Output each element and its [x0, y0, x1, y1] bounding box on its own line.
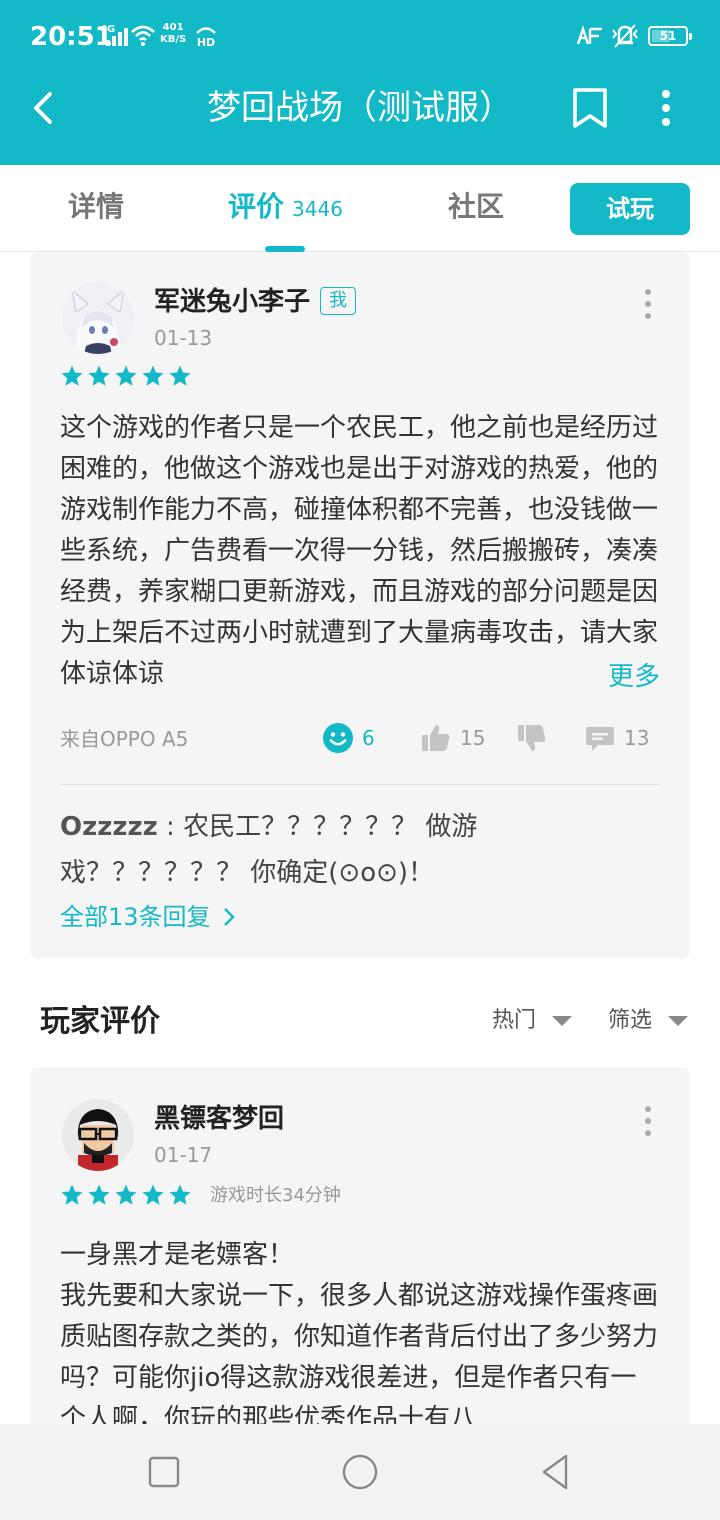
user-avatar[interactable] [62, 282, 134, 354]
tab-community[interactable]: 社区 [448, 187, 504, 227]
tab-reviews-count: 3446 [292, 197, 343, 221]
hd-text: HD [197, 36, 215, 48]
rating-stars [60, 1183, 192, 1207]
recent-apps-icon[interactable] [144, 1452, 184, 1492]
app-header: 20:51 4G 401 KB/S HD 51 梦回战场（测试服） [0, 0, 720, 165]
more-vertical-icon[interactable] [646, 86, 686, 130]
more-vertical-icon[interactable] [636, 284, 660, 324]
bookmark-icon[interactable] [566, 86, 614, 130]
reviews-content[interactable]: 军迷兔小李子我 01-13 这个游戏的作者只是一个农民工，他之前也是经历过困难的… [0, 252, 720, 1424]
tab-reviews[interactable]: 评价 3446 [228, 187, 343, 229]
star-icon [115, 1184, 137, 1205]
comment-count: 13 [624, 726, 650, 750]
text-fade [530, 657, 600, 698]
filter-dropdown[interactable]: 筛选 [608, 1004, 689, 1038]
battery-level: 51 [659, 29, 677, 43]
star-icon [61, 365, 83, 386]
review-username[interactable]: 军迷兔小李子我 [154, 284, 357, 320]
thumbs-down-icon [518, 725, 546, 751]
review-card[interactable]: 黑镖客梦回 01-17 游戏时长34分钟 一身黑才是老嫖客！ 我先要和大家说一下… [30, 1067, 690, 1424]
star-icon [115, 365, 137, 386]
more-vertical-icon[interactable] [636, 1101, 660, 1141]
featured-review-card[interactable]: 军迷兔小李子我 01-13 这个游戏的作者只是一个农民工，他之前也是经历过困难的… [30, 252, 690, 958]
review-date: 01-17 [154, 1143, 213, 1167]
me-badge: 我 [320, 287, 357, 315]
section-title: 玩家评价 [40, 1004, 160, 1039]
vibrate-icon [612, 24, 638, 48]
network-speed-unit: KB/S [160, 34, 187, 45]
smile-icon [323, 723, 353, 753]
page-title: 梦回战场（测试服） [207, 88, 513, 128]
review-body[interactable]: 这个游戏的作者只是一个农民工，他之前也是经历过困难的，他做这个游戏也是出于对游戏… [60, 408, 660, 695]
network-speed-value: 401 [162, 22, 184, 33]
star-icon [88, 365, 110, 386]
battery-icon: 51 [648, 26, 692, 46]
filter-label: 筛选 [608, 1008, 653, 1033]
status-bar: 20:51 4G 401 KB/S HD 51 [0, 0, 720, 72]
rating-stars [60, 364, 192, 388]
caret-down-icon [552, 1016, 573, 1026]
caret-down-icon [668, 1016, 689, 1026]
user-avatar[interactable] [62, 1099, 134, 1171]
back-triangle-icon[interactable] [536, 1452, 576, 1492]
tab-bar: 详情 评价 3446 社区 试玩 [0, 165, 720, 252]
tab-detail[interactable]: 详情 [68, 187, 124, 227]
like-button[interactable]: 15 [420, 722, 485, 754]
playtime-label: 游戏时长34分钟 [210, 1185, 341, 1206]
review-username-text: 军迷兔小李子 [154, 287, 311, 317]
comment-icon [586, 727, 614, 751]
back-arrow-icon[interactable] [22, 86, 66, 130]
sort-label: 热门 [492, 1008, 537, 1033]
divider [60, 784, 660, 785]
star-icon [142, 1184, 164, 1205]
home-icon[interactable] [340, 1452, 380, 1492]
network-speed: 401 KB/S [160, 22, 186, 46]
view-all-replies-link[interactable]: 全部13条回复 [60, 900, 236, 934]
star-icon [142, 365, 164, 386]
like-count: 15 [460, 726, 486, 750]
smile-count: 6 [362, 726, 375, 750]
try-play-button[interactable]: 试玩 [570, 183, 690, 235]
comment-button[interactable]: 13 [584, 722, 649, 754]
hd-call-icon: HD [196, 27, 216, 48]
wifi-icon [131, 25, 155, 46]
chevron-right-icon [224, 908, 235, 926]
signal-icon [106, 28, 128, 46]
system-navigation-bar [0, 1424, 720, 1520]
game-mode-icon [576, 25, 602, 45]
dislike-button[interactable] [516, 722, 548, 754]
review-username[interactable]: 黑镖客梦回 [154, 1101, 284, 1137]
review-body[interactable]: 一身黑才是老嫖客！ 我先要和大家说一下，很多人都说这游戏操作蛋疼画质贴图存款之类… [60, 1235, 660, 1424]
star-icon [169, 1184, 191, 1205]
smile-reaction-button[interactable]: 6 [322, 722, 375, 754]
reply-preview[interactable]: Ozzzzz : 农民工？？？？？？ 做游戏？？？？？？ 你确定(⊙o⊙)！ [60, 804, 490, 896]
expand-more-link[interactable]: 更多 [608, 657, 661, 698]
tab-reviews-label: 评价 [228, 190, 285, 223]
star-icon [61, 1184, 83, 1205]
sort-dropdown[interactable]: 热门 [492, 1004, 573, 1038]
device-source: 来自OPPO A5 [60, 727, 189, 751]
reply-username[interactable]: Ozzzzz [60, 812, 158, 842]
thumbs-up-icon [422, 725, 450, 751]
star-icon [88, 1184, 110, 1205]
view-all-replies-label: 全部13条回复 [60, 903, 211, 931]
reply-separator: : [157, 812, 184, 842]
star-icon [169, 365, 191, 386]
review-date: 01-13 [154, 326, 213, 350]
